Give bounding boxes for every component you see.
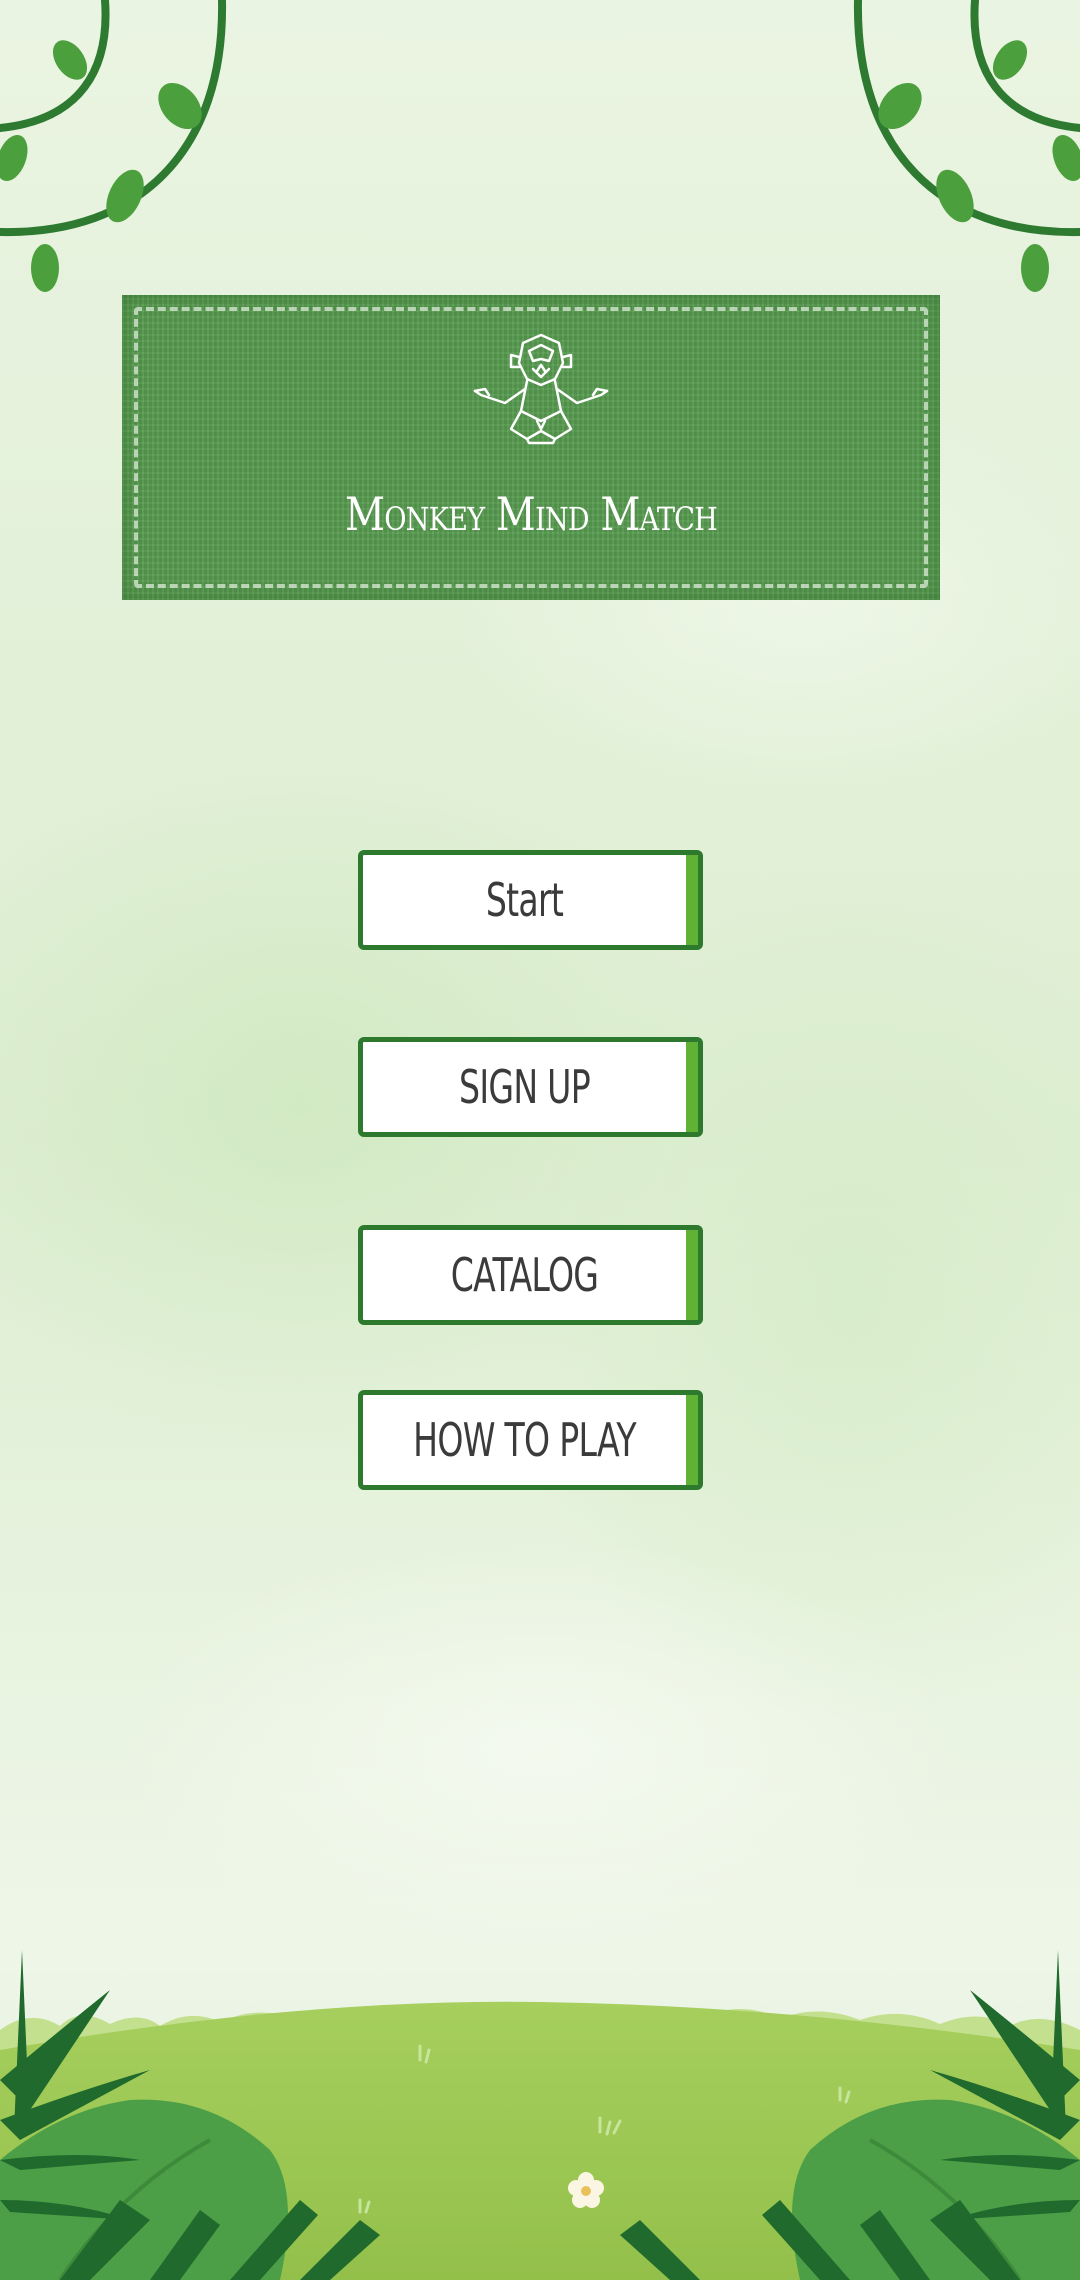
how-to-play-button-label: HOW TO PLAY (413, 1413, 636, 1467)
game-title: Monkey Mind Match (345, 487, 718, 541)
catalog-button-label: CATALOG (450, 1248, 599, 1302)
catalog-button[interactable]: CATALOG (358, 1225, 703, 1325)
start-button[interactable]: Start (358, 850, 703, 950)
how-to-play-button[interactable]: HOW TO PLAY (358, 1390, 703, 1490)
title-card: Monkey Mind Match (122, 295, 940, 600)
vine-left-icon (0, 0, 227, 292)
jungle-grass-icon (0, 1950, 1080, 2280)
meditating-monkey-icon (473, 333, 609, 445)
start-button-label: Start (485, 873, 564, 927)
sign-up-button-label: SIGN UP (459, 1060, 591, 1114)
sign-up-button[interactable]: SIGN UP (358, 1037, 703, 1137)
vine-right-icon (853, 0, 1080, 292)
